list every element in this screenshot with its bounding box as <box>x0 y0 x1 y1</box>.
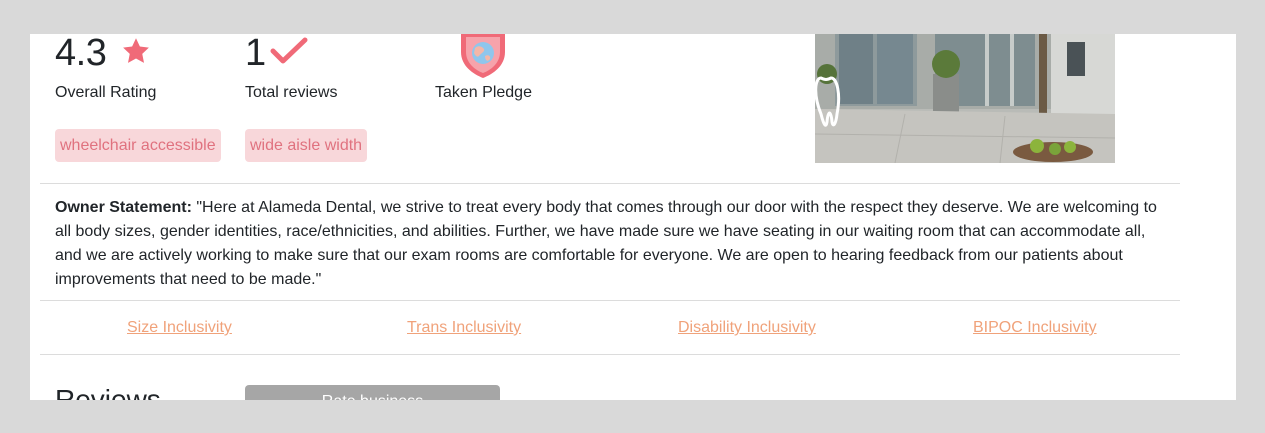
tag-wheelchair-accessible: wheelchair accessible <box>55 129 221 162</box>
owner-statement: Owner Statement: "Here at Alameda Dental… <box>55 196 1160 292</box>
overall-rating-stat: 4.3 Overall Rating <box>55 34 175 114</box>
owner-statement-text: "Here at Alameda Dental, we strive to tr… <box>55 199 1157 288</box>
bipoc-inclusivity-link[interactable]: BIPOC Inclusivity <box>973 319 1097 337</box>
reviews-label: Total reviews <box>245 84 338 101</box>
disability-inclusivity-link[interactable]: Disability Inclusivity <box>678 319 816 337</box>
star-icon <box>123 38 149 63</box>
reviews-heading: Reviews <box>55 384 161 400</box>
tag-wide-aisle-width: wide aisle width <box>245 129 368 162</box>
rating-label: Overall Rating <box>55 84 157 101</box>
size-inclusivity-link[interactable]: Size Inclusivity <box>127 319 232 337</box>
trans-inclusivity-link[interactable]: Trans Inclusivity <box>407 319 521 337</box>
divider-bottom <box>40 354 1180 355</box>
storefront-photo <box>815 34 1115 163</box>
check-icon <box>270 37 308 64</box>
divider-middle <box>40 300 1180 301</box>
business-detail-panel: 4.3 Overall Rating 1 Total reviews Taken… <box>30 34 1236 400</box>
total-reviews-stat: 1 Total reviews <box>245 34 365 114</box>
owner-statement-label: Owner Statement: <box>55 199 192 216</box>
divider-top <box>40 183 1180 184</box>
pledge-label: Taken Pledge <box>435 84 532 101</box>
rate-business-button[interactable]: Rate business <box>245 385 500 400</box>
pledge-shield-icon <box>461 34 505 78</box>
rating-value: 4.3 <box>55 34 107 74</box>
